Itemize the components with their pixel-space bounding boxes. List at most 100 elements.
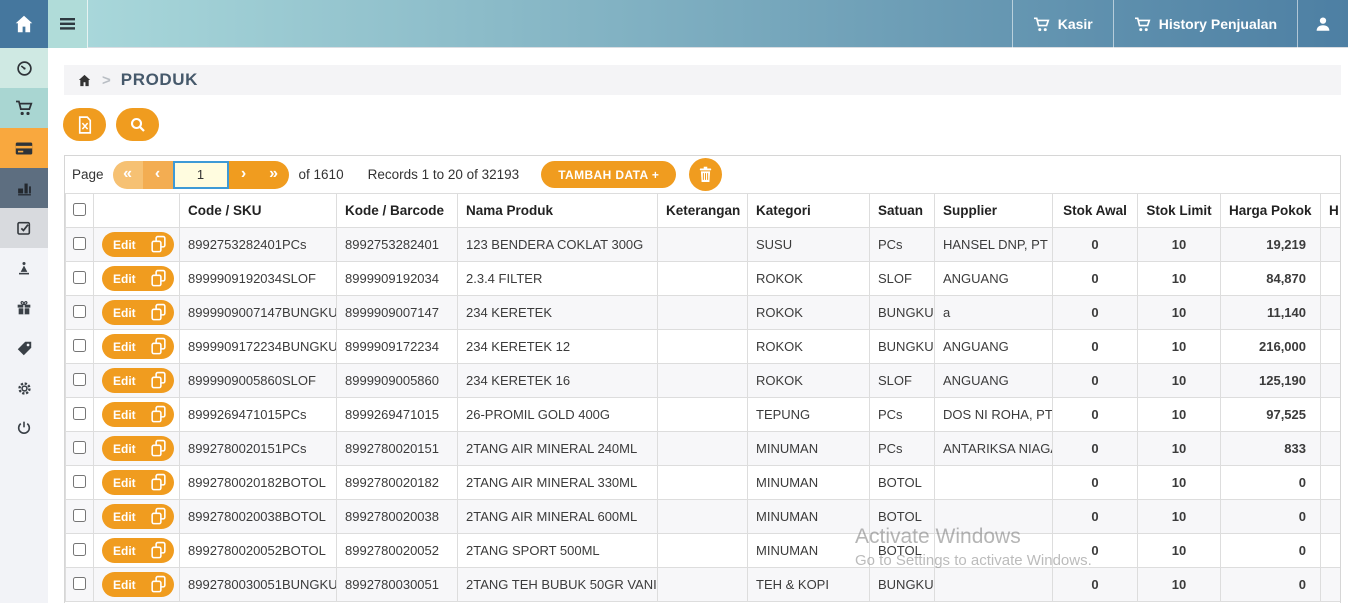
home-icon [13,13,35,35]
edit-button[interactable]: Edit [102,504,174,529]
sidebar-item-logout[interactable] [0,408,48,448]
menu-toggle-button[interactable] [48,0,88,48]
cell-nama-produk: 2.3.4 FILTER [458,262,658,296]
copy-icon[interactable] [149,574,168,595]
export-excel-button[interactable] [63,108,106,141]
row-checkbox[interactable] [73,509,86,522]
toolbar [63,108,159,141]
total-pages-label: of 1610 [299,167,344,182]
copy-icon[interactable] [149,268,168,289]
row-checkbox[interactable] [73,271,86,284]
cell-stok-limit: 10 [1138,432,1221,466]
edit-button[interactable]: Edit [102,538,174,563]
search-button[interactable] [116,108,159,141]
edit-button[interactable]: Edit [102,266,174,291]
sidebar-item-dashboard[interactable] [0,48,48,88]
edit-button[interactable]: Edit [102,572,174,597]
tambah-data-button[interactable]: TAMBAH DATA + [541,161,676,188]
sidebar-item-laporan[interactable] [0,168,48,208]
copy-icon[interactable] [149,336,168,357]
column-header: Keterangan [658,194,748,228]
copy-icon[interactable] [149,506,168,527]
cell-cut [1321,568,1342,602]
row-checkbox[interactable] [73,441,86,454]
cell-stok-awal: 0 [1053,534,1138,568]
cell-stok-limit: 10 [1138,500,1221,534]
cart-icon [15,100,33,116]
cell-stok-awal: 0 [1053,398,1138,432]
cell-kode-barcode: 8999909007147 [337,296,458,330]
cell-satuan: BUNGKUS [870,296,935,330]
row-checkbox[interactable] [73,237,86,250]
sidebar-item-pengaturan[interactable] [0,368,48,408]
breadcrumb-home-icon[interactable] [77,73,92,88]
copy-icon[interactable] [149,234,168,255]
sidebar-item-promo[interactable] [0,288,48,328]
check-square-icon [16,220,32,236]
sidebar-item-kategori[interactable] [0,328,48,368]
edit-button[interactable]: Edit [102,300,174,325]
row-checkbox[interactable] [73,305,86,318]
column-header: Kategori [748,194,870,228]
page-title: PRODUK [121,70,198,90]
row-checkbox[interactable] [73,577,86,590]
cell-kode-barcode: 8992780020151 [337,432,458,466]
home-button[interactable] [0,0,48,48]
row-edit-cell: Edit [94,500,180,534]
sidebar-item-stok[interactable] [0,208,48,248]
pagination-bar: Page « ‹ › » of 1610 Records 1 to 20 of … [65,156,1340,193]
sidebar-item-produk[interactable] [0,128,48,168]
prev-page-button[interactable]: ‹ [143,161,173,189]
cell-code-sku: 8992780030051BUNGKUS [180,568,337,602]
cell-keterangan [658,466,748,500]
page-number-input[interactable] [173,161,229,189]
table-row: Edit 8999909172234BUNGKUS 8999909172234 … [66,330,1342,364]
history-penjualan-button[interactable]: History Penjualan [1113,0,1297,48]
next-page-button[interactable]: › [229,161,259,189]
copy-icon[interactable] [149,438,168,459]
last-page-button[interactable]: » [259,161,289,189]
cell-cut [1321,296,1342,330]
row-checkbox-cell [66,398,94,432]
row-checkbox-cell [66,364,94,398]
copy-icon[interactable] [149,472,168,493]
row-checkbox[interactable] [73,475,86,488]
edit-button[interactable]: Edit [102,368,174,393]
cell-satuan: BOTOL [870,500,935,534]
cell-cut [1321,398,1342,432]
row-checkbox[interactable] [73,373,86,386]
cell-harga-pokok: 0 [1221,500,1321,534]
delete-selected-button[interactable] [689,158,722,191]
cell-harga-pokok: 19,219 [1221,228,1321,262]
first-page-button[interactable]: « [113,161,143,189]
user-menu-button[interactable] [1297,0,1348,48]
edit-button[interactable]: Edit [102,470,174,495]
cell-kode-barcode: 8999909172234 [337,330,458,364]
table-row: Edit 8992780030051BUNGKUS 8992780030051 … [66,568,1342,602]
edit-button[interactable]: Edit [102,436,174,461]
kasir-label: Kasir [1058,16,1093,32]
edit-button[interactable]: Edit [102,334,174,359]
select-all-checkbox[interactable] [73,203,86,216]
cell-supplier: HANSEL DNP, PT [935,228,1053,262]
edit-button[interactable]: Edit [102,402,174,427]
kasir-button[interactable]: Kasir [1012,0,1113,48]
cell-keterangan [658,228,748,262]
column-header: Stok Awal [1053,194,1138,228]
sidebar-item-penjualan[interactable] [0,88,48,128]
copy-icon[interactable] [149,540,168,561]
row-checkbox-cell [66,568,94,602]
cell-stok-limit: 10 [1138,466,1221,500]
row-checkbox[interactable] [73,407,86,420]
row-checkbox[interactable] [73,543,86,556]
excel-file-icon [77,116,93,134]
copy-icon[interactable] [149,302,168,323]
copy-icon[interactable] [149,404,168,425]
cell-kategori: SUSU [748,228,870,262]
edit-button[interactable]: Edit [102,232,174,257]
history-penjualan-label: History Penjualan [1159,16,1277,32]
sidebar-item-opname[interactable] [0,248,48,288]
row-checkbox[interactable] [73,339,86,352]
copy-icon[interactable] [149,370,168,391]
cell-nama-produk: 26-PROMIL GOLD 400G [458,398,658,432]
